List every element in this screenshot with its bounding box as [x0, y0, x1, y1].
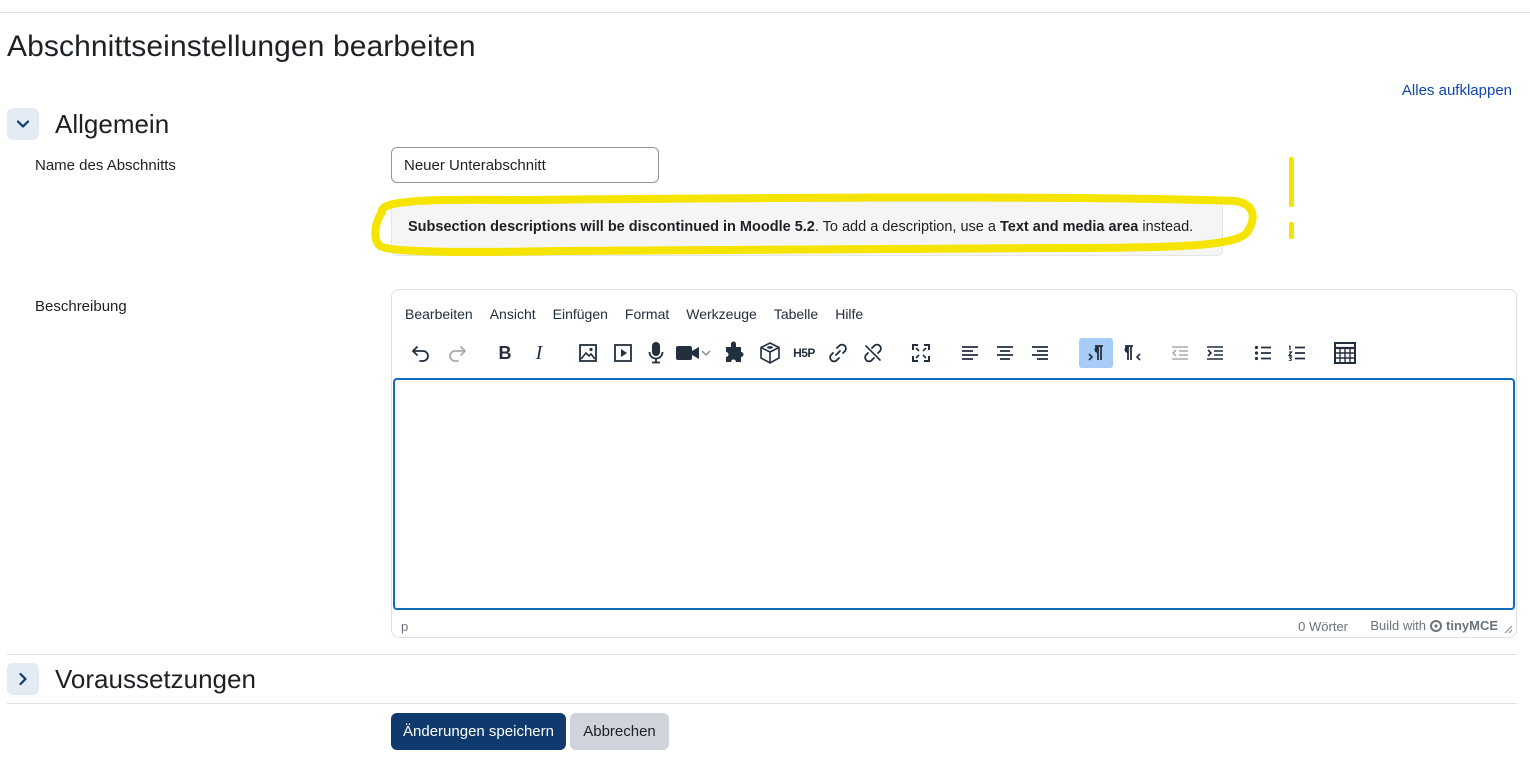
chevron-right-icon	[19, 672, 27, 686]
element-path[interactable]: p	[401, 619, 408, 634]
notice-bold-2: Text and media area	[1000, 219, 1139, 235]
section-general-title: Allgemein	[55, 108, 170, 139]
bold-button[interactable]: B	[492, 338, 518, 368]
editor-statusbar: p 0 Wörter Build with tinyMCE	[392, 615, 1516, 637]
menu-werkzeuge[interactable]: Werkzeuge	[686, 306, 757, 322]
numbered-list-button[interactable]	[1284, 338, 1310, 368]
media-icon	[614, 344, 632, 362]
h5p-icon: H5P	[793, 346, 815, 360]
section-restrictions-header: Voraussetzungen	[7, 663, 256, 695]
section-general-header: Allgemein	[7, 108, 169, 140]
link-button[interactable]	[825, 338, 851, 368]
bold-icon: B	[498, 342, 512, 363]
page-title: Abschnittseinstellungen bearbeiten	[7, 30, 476, 63]
cancel-button[interactable]: Abbrechen	[570, 713, 669, 750]
editor-menubar: Bearbeiten Ansicht Einfügen Format Werkz…	[405, 306, 863, 322]
indent-button[interactable]	[1202, 338, 1228, 368]
cube-icon	[760, 342, 780, 364]
redo-button[interactable]	[444, 338, 470, 368]
section-divider	[7, 703, 1517, 704]
italic-icon: I	[535, 341, 543, 364]
notice-bold-1: Subsection descriptions will be disconti…	[408, 219, 815, 235]
editor-content-area[interactable]	[393, 378, 1515, 610]
section-restrictions-title: Voraussetzungen	[55, 663, 256, 694]
rtl-icon	[1124, 345, 1141, 361]
section-restrictions-toggle[interactable]	[7, 663, 39, 695]
tinymce-brand-text: tinyMCE	[1446, 618, 1498, 633]
image-button[interactable]	[574, 338, 602, 368]
microphone-icon	[648, 342, 664, 364]
expand-all-link[interactable]: Alles aufklappen	[1402, 82, 1512, 99]
puzzle-icon	[726, 341, 744, 362]
word-count[interactable]: 0 Wörter	[1298, 619, 1348, 634]
section-name-input[interactable]	[391, 147, 659, 183]
menu-bearbeiten[interactable]: Bearbeiten	[405, 306, 473, 322]
rich-text-editor: Bearbeiten Ansicht Einfügen Format Werkz…	[391, 289, 1517, 638]
save-changes-button[interactable]: Änderungen speichern	[391, 713, 566, 750]
notice-text-1: . To add a description, use a	[814, 219, 1000, 235]
microphone-button[interactable]	[642, 338, 670, 368]
h5p-button[interactable]: H5P	[789, 338, 819, 368]
notice-text-2: instead.	[1138, 219, 1194, 235]
rtl-button[interactable]	[1118, 338, 1146, 368]
media-button[interactable]	[609, 338, 637, 368]
tinymce-branding[interactable]: Build with tinyMCE	[1370, 618, 1498, 633]
bullet-list-button[interactable]	[1250, 338, 1276, 368]
align-right-icon	[1032, 346, 1048, 360]
fullscreen-icon	[912, 344, 930, 362]
align-left-button[interactable]	[957, 338, 983, 368]
fullscreen-button[interactable]	[908, 338, 934, 368]
unlink-icon	[864, 343, 882, 363]
ltr-button[interactable]	[1079, 338, 1113, 368]
indent-icon	[1207, 346, 1223, 360]
ltr-icon	[1088, 345, 1103, 361]
cube-button[interactable]	[756, 338, 784, 368]
resize-handle-icon[interactable]	[1503, 624, 1513, 634]
align-center-icon	[997, 346, 1013, 360]
menu-ansicht[interactable]: Ansicht	[490, 306, 536, 322]
numbered-list-icon	[1288, 345, 1305, 361]
menu-tabelle[interactable]: Tabelle	[774, 306, 818, 322]
align-right-button[interactable]	[1027, 338, 1053, 368]
link-icon	[829, 343, 847, 363]
calculator-button[interactable]	[1331, 338, 1359, 368]
highlight-mark	[1289, 222, 1294, 239]
image-icon	[579, 344, 597, 362]
outdent-button[interactable]	[1167, 338, 1193, 368]
video-camera-icon	[676, 346, 711, 360]
outdent-icon	[1171, 346, 1188, 360]
menu-hilfe[interactable]: Hilfe	[835, 306, 863, 322]
section-divider	[7, 654, 1517, 655]
deprecation-notice: Subsection descriptions will be disconti…	[391, 201, 1223, 256]
top-divider	[0, 12, 1530, 13]
plugin-button[interactable]	[720, 338, 748, 368]
tinymce-logo-icon	[1430, 619, 1442, 632]
italic-button[interactable]: I	[526, 338, 552, 368]
build-with-text: Build with	[1370, 618, 1426, 633]
redo-icon	[449, 346, 466, 362]
undo-button[interactable]	[408, 338, 434, 368]
highlight-mark	[1289, 157, 1294, 207]
align-center-button[interactable]	[992, 338, 1018, 368]
align-left-icon	[962, 346, 978, 360]
undo-icon	[412, 346, 429, 362]
menu-einfuegen[interactable]: Einfügen	[553, 306, 608, 322]
calculator-icon	[1334, 342, 1356, 364]
video-button[interactable]	[674, 338, 714, 368]
section-name-label: Name des Abschnitts	[35, 157, 176, 174]
chevron-down-icon	[16, 120, 30, 128]
bullet-list-icon	[1254, 345, 1271, 361]
unlink-button[interactable]	[860, 338, 886, 368]
section-general-toggle[interactable]	[7, 108, 39, 140]
menu-format[interactable]: Format	[625, 306, 669, 322]
description-label: Beschreibung	[35, 298, 127, 315]
